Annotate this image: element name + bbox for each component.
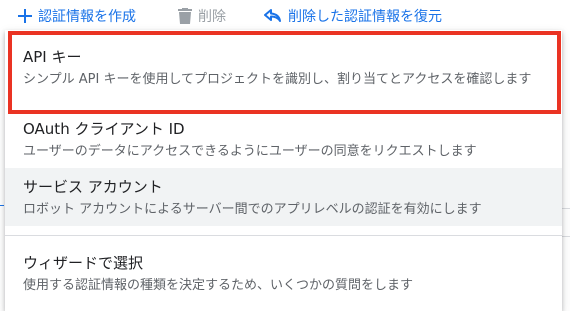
menu-item-service-account[interactable]: サービス アカウント ロボット アカウントによるサーバー間でのアプリレベルの認証… — [5, 168, 562, 226]
menu-divider — [5, 235, 562, 236]
create-credentials-button[interactable]: 認証情報を作成 — [18, 0, 136, 32]
restore-label: 削除した認証情報を復元 — [288, 9, 442, 25]
menu-item-description: ユーザーのデータにアクセスできるようにユーザーの同意をリクエストします — [23, 144, 477, 159]
menu-item-api-key[interactable]: API キー シンプル API キーを使用してプロジェクトを識別し、割り当てとア… — [5, 32, 562, 114]
menu-item-title: サービス アカウント — [23, 178, 163, 196]
menu-item-title: API キー — [23, 48, 82, 66]
restore-deleted-credentials-button[interactable]: 削除した認証情報を復元 — [264, 0, 442, 32]
menu-item-title: OAuth クライアント ID — [23, 120, 185, 138]
toolbar: 認証情報を作成 削除 削除した認証情報を復元 — [0, 0, 570, 32]
plus-icon — [18, 9, 32, 23]
create-credentials-menu: API キー シンプル API キーを使用してプロジェクトを識別し、割り当てとア… — [5, 30, 562, 311]
undo-icon — [264, 9, 282, 23]
create-credentials-label: 認証情報を作成 — [38, 9, 136, 25]
menu-item-title: ウィザードで選択 — [23, 254, 144, 272]
background-link-underline — [0, 205, 4, 206]
trash-icon — [178, 8, 192, 24]
delete-label: 削除 — [198, 9, 226, 25]
menu-item-description: シンプル API キーを使用してプロジェクトを識別し、割り当てとアクセスを確認し… — [23, 72, 532, 87]
menu-item-oauth-client-id[interactable]: OAuth クライアント ID ユーザーのデータにアクセスできるようにユーザーの… — [5, 116, 562, 166]
menu-item-help-me-choose[interactable]: ウィザードで選択 使用する認証情報の種類を決定するため、いくつかの質問をします — [5, 242, 562, 302]
menu-item-description: ロボット アカウントによるサーバー間でのアプリレベルの認証を有効にします — [23, 202, 482, 217]
menu-item-description: 使用する認証情報の種類を決定するため、いくつかの質問をします — [23, 278, 414, 293]
delete-button[interactable]: 削除 — [178, 0, 226, 32]
